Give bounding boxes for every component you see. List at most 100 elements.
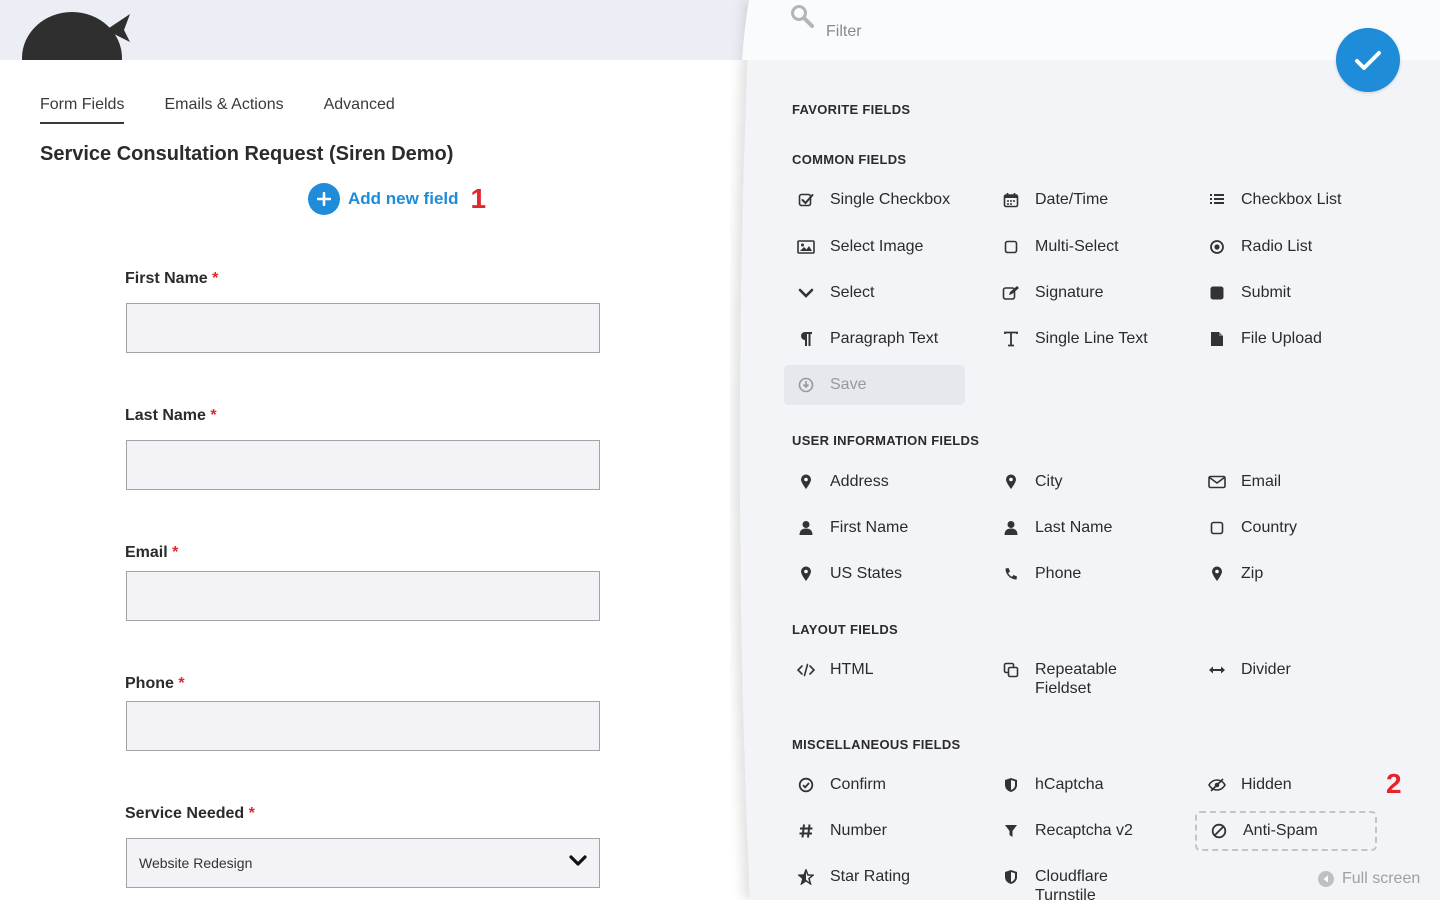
service-needed-label-text: Service Needed	[125, 805, 245, 822]
drawer-background	[740, 0, 1440, 900]
field-hidden-label: Hidden	[1241, 776, 1292, 793]
field-submit-label: Submit	[1241, 284, 1291, 301]
email-label: Email *	[125, 544, 178, 562]
arrows-horizontal-icon	[1207, 660, 1227, 680]
save-download-icon	[796, 375, 816, 395]
field-cloudflare-turnstile[interactable]: Cloudflare Turnstile	[1001, 867, 1151, 905]
field-star-rating[interactable]: Star Rating	[796, 867, 976, 887]
field-checkbox-list-label: Checkbox List	[1241, 191, 1342, 208]
field-anti-spam-label: Anti-Spam	[1243, 822, 1318, 839]
field-country[interactable]: Country	[1207, 518, 1387, 538]
filter-input[interactable]	[824, 22, 1128, 42]
field-number[interactable]: Number	[796, 821, 976, 841]
field-divider-label: Divider	[1241, 661, 1291, 678]
field-first-name-label: First Name	[830, 519, 909, 536]
star-half-icon	[796, 867, 816, 887]
list-icon	[1207, 190, 1227, 210]
field-zip[interactable]: Zip	[1207, 564, 1387, 584]
field-paragraph-text[interactable]: Paragraph Text	[796, 329, 976, 349]
field-repeatable-fieldset-label: Repeatable Fieldset	[1035, 661, 1117, 697]
envelope-icon	[1207, 472, 1227, 492]
field-address[interactable]: Address	[796, 472, 976, 492]
phone-icon	[1001, 564, 1021, 584]
field-hcaptcha[interactable]: hCaptcha	[1001, 775, 1181, 795]
check-circle-icon	[796, 775, 816, 795]
square-filled-icon	[1207, 283, 1227, 303]
field-single-line-text[interactable]: Single Line Text	[1001, 329, 1181, 349]
field-us-states[interactable]: US States	[796, 564, 976, 584]
field-phone[interactable]: Phone	[1001, 564, 1181, 584]
required-mark: *	[178, 675, 185, 692]
field-hidden[interactable]: Hidden	[1207, 775, 1387, 795]
user-icon	[796, 518, 816, 538]
field-datetime-label: Date/Time	[1035, 191, 1109, 208]
field-phone-label: Phone	[1035, 565, 1082, 582]
copy-icon	[1001, 660, 1021, 680]
field-multi-select[interactable]: Multi-Select	[1001, 237, 1181, 257]
field-email[interactable]: Email	[1207, 472, 1387, 492]
field-single-checkbox[interactable]: Single Checkbox	[796, 190, 976, 210]
user-icon	[1001, 518, 1021, 538]
done-button[interactable]	[1336, 28, 1400, 92]
field-last-name[interactable]: Last Name	[1001, 518, 1181, 538]
full-screen-button[interactable]: Full screen	[1318, 870, 1420, 888]
eye-slash-icon	[1207, 775, 1227, 795]
field-city[interactable]: City	[1001, 472, 1181, 492]
field-file-upload-label: File Upload	[1241, 330, 1322, 347]
shield-icon	[1001, 867, 1021, 887]
field-select-label: Select	[830, 284, 875, 301]
field-number-label: Number	[830, 822, 887, 839]
field-html[interactable]: HTML	[796, 660, 976, 680]
field-submit[interactable]: Submit	[1207, 283, 1387, 303]
code-icon	[796, 660, 816, 680]
field-datetime[interactable]: Date/Time	[1001, 190, 1181, 210]
field-recaptcha-label: Recaptcha v2	[1035, 822, 1133, 839]
arrow-left-circle-icon	[1318, 871, 1334, 887]
tab-emails-actions[interactable]: Emails & Actions	[164, 96, 283, 124]
field-divider[interactable]: Divider	[1207, 660, 1387, 680]
chevron-down-icon	[796, 283, 816, 303]
plus-icon	[308, 183, 340, 215]
field-signature[interactable]: Signature	[1001, 283, 1181, 303]
email-input[interactable]	[126, 571, 600, 621]
square-outline-icon	[1207, 518, 1227, 538]
field-multi-select-label: Multi-Select	[1035, 238, 1119, 255]
file-icon	[1207, 329, 1227, 349]
pencil-square-icon	[1001, 283, 1021, 303]
builder-tabs: Form Fields Emails & Actions Advanced	[40, 96, 395, 124]
field-confirm[interactable]: Confirm	[796, 775, 976, 795]
chevron-down-icon	[569, 854, 587, 872]
field-checkbox-list[interactable]: Checkbox List	[1207, 190, 1387, 210]
annotation-marker-1: 1	[470, 183, 487, 214]
field-select[interactable]: Select	[796, 283, 976, 303]
field-save[interactable]: Save	[784, 365, 965, 405]
map-marker-icon	[796, 564, 816, 584]
field-anti-spam[interactable]: Anti-Spam	[1195, 811, 1377, 851]
field-country-label: Country	[1241, 519, 1298, 536]
service-needed-select[interactable]: Website Redesign	[126, 838, 600, 888]
search-icon	[790, 4, 814, 33]
add-new-field-button[interactable]: Add new field 1	[308, 183, 486, 215]
field-radio-list[interactable]: Radio List	[1207, 237, 1387, 257]
first-name-label: First Name *	[125, 270, 218, 288]
favorite-fields-heading: FAVORITE FIELDS	[792, 102, 911, 117]
paragraph-icon	[796, 329, 816, 349]
field-radio-list-label: Radio List	[1241, 238, 1313, 255]
phone-input[interactable]	[126, 701, 600, 751]
first-name-input[interactable]	[126, 303, 600, 353]
field-file-upload[interactable]: File Upload	[1207, 329, 1387, 349]
tab-advanced[interactable]: Advanced	[324, 96, 395, 124]
last-name-input[interactable]	[126, 440, 600, 490]
field-repeatable-fieldset[interactable]: Repeatable Fieldset	[1001, 660, 1151, 698]
phone-label: Phone *	[125, 675, 185, 693]
layout-fields-heading: LAYOUT FIELDS	[792, 622, 898, 637]
tab-form-fields[interactable]: Form Fields	[40, 96, 125, 124]
field-hcaptcha-label: hCaptcha	[1035, 776, 1104, 793]
field-first-name[interactable]: First Name	[796, 518, 976, 538]
field-recaptcha[interactable]: Recaptcha v2	[1001, 821, 1181, 841]
service-needed-value: Website Redesign	[139, 855, 253, 871]
field-zip-label: Zip	[1241, 565, 1264, 582]
map-marker-icon	[1001, 472, 1021, 492]
field-select-image[interactable]: Select Image	[796, 237, 976, 257]
phone-label-text: Phone	[125, 675, 174, 692]
